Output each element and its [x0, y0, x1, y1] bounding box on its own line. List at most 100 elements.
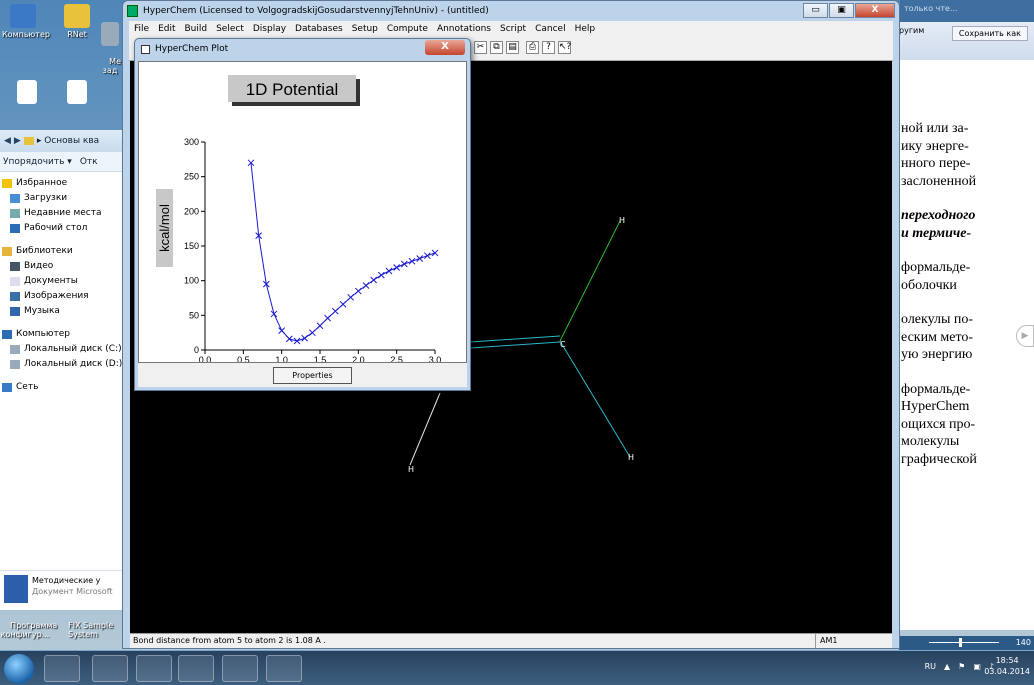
start-button[interactable] — [4, 654, 34, 684]
shortcut-desktop-icon[interactable] — [6, 80, 48, 106]
data-point — [278, 327, 286, 334]
atom-label[interactable]: H — [619, 216, 625, 225]
plot-close-button[interactable]: X — [425, 40, 465, 55]
program-config-desktop-icon[interactable]: Программа конфигур... — [0, 612, 58, 648]
word-taskbar-icon[interactable] — [178, 655, 214, 682]
address-text[interactable]: ▸ Основы ква — [37, 136, 99, 146]
explorer-taskbar-icon[interactable] — [92, 655, 128, 682]
hyperchem-titlebar[interactable]: HyperChem (Licensed to VolgogradskijGosu… — [123, 1, 899, 21]
back-icon[interactable]: ◀ — [4, 136, 11, 146]
nav-recent[interactable]: Недавние места — [2, 206, 123, 221]
desktop-icon-label: Ме зад — [102, 57, 121, 75]
menu-help[interactable]: Help — [575, 24, 596, 34]
close-button[interactable]: X — [855, 3, 895, 18]
nav-label: Видео — [24, 261, 54, 271]
atom-label[interactable]: H — [628, 453, 634, 462]
data-point — [331, 307, 339, 315]
data-point — [416, 255, 424, 262]
nav-desktop[interactable]: Рабочий стол — [2, 221, 123, 236]
nav-images[interactable]: Изображения — [2, 289, 123, 304]
zoom-slider-thumb[interactable] — [959, 638, 962, 647]
plot-footer: Properties — [138, 363, 467, 387]
nav-network[interactable]: Сеть — [2, 380, 123, 395]
minimize-button[interactable]: ▭ — [803, 3, 828, 18]
zoom-bar[interactable]: 140 — [899, 636, 1034, 650]
nav-label: Избранное — [16, 178, 68, 188]
doc-ribbon: ругим Сохранить как — [895, 22, 1034, 60]
clock-time: 18:54 — [995, 656, 1019, 665]
network-tray-icon[interactable]: ▣ — [973, 662, 981, 671]
nav-favorites[interactable]: Избранное — [2, 176, 123, 191]
computer-desktop-icon[interactable]: Компьютер — [2, 4, 50, 39]
menu-setup[interactable]: Setup — [352, 24, 378, 34]
nav-libraries[interactable]: Библиотеки — [2, 244, 123, 259]
ie-taskbar-icon[interactable] — [44, 655, 80, 682]
copy-icon[interactable]: ⧉ — [490, 41, 503, 54]
menu-build[interactable]: Build — [185, 24, 208, 34]
menu-databases[interactable]: Databases — [295, 24, 343, 34]
flag-icon[interactable]: ⚑ — [958, 662, 965, 671]
potential-chart: 1D Potential kcal/mol 0 50 100 150 200 250 300… — [156, 75, 441, 365]
cut-icon[interactable]: ✂ — [474, 41, 487, 54]
nav-downloads[interactable]: Загрузки — [2, 191, 123, 206]
save-as-button[interactable]: Сохранить как — [951, 26, 1028, 41]
hyperchem-taskbar-icon[interactable] — [222, 655, 258, 682]
data-point — [377, 271, 385, 279]
nav-label: Компьютер — [16, 329, 70, 339]
network-icon — [2, 383, 12, 392]
data-point — [385, 267, 393, 275]
taskbar: RU ▲ ⚑ ▣ ♪ 18:54 03.04.2014 — [0, 650, 1034, 685]
bond-c-h-right — [559, 340, 631, 458]
nav-disk-c[interactable]: Локальный диск (C:) — [2, 342, 123, 357]
series-line — [250, 162, 436, 342]
open-button[interactable]: Отк — [80, 157, 98, 167]
fix-sample-desktop-icon[interactable]: FIX Sample System — [58, 612, 113, 648]
next-page-icon[interactable]: ▶ — [1016, 325, 1034, 347]
nav-music[interactable]: Музыка — [2, 304, 123, 319]
nav-disk-d[interactable]: Локальный диск (D:) — [2, 357, 123, 372]
menu-compute[interactable]: Compute — [387, 24, 428, 34]
data-point — [362, 282, 370, 289]
atom-label[interactable]: C — [560, 340, 566, 349]
data-point — [308, 329, 316, 337]
data-point — [293, 337, 301, 345]
clock[interactable]: 18:54 03.04.2014 — [984, 655, 1030, 677]
nav-documents[interactable]: Документы — [2, 274, 123, 289]
menu-edit[interactable]: Edit — [158, 24, 175, 34]
properties-button[interactable]: Properties — [273, 367, 352, 384]
data-point — [370, 276, 378, 284]
y-tick-label: 250 — [184, 172, 199, 182]
nav-video[interactable]: Видео — [2, 259, 123, 274]
atom-label[interactable]: H — [408, 465, 414, 474]
forward-icon[interactable]: ▶ — [14, 136, 21, 146]
plot-titlebar[interactable]: HyperChem Plot — [135, 39, 470, 59]
address-bar[interactable]: ◀ ▶ ▸ Основы ква — [0, 130, 123, 152]
menu-annotations[interactable]: Annotations — [437, 24, 491, 34]
print-icon[interactable]: ⎙ — [526, 41, 539, 54]
me-desktop-icon[interactable]: Ме зад — [98, 4, 122, 84]
menu-cancel[interactable]: Cancel — [535, 24, 566, 34]
atom-app-taskbar-icon[interactable] — [266, 655, 302, 682]
menu-script[interactable]: Script — [500, 24, 526, 34]
help-icon[interactable]: ? — [542, 41, 555, 54]
zoom-value: 140 — [1015, 638, 1031, 647]
language-indicator[interactable]: RU — [925, 662, 936, 671]
organize-button[interactable]: Упорядочить ▾ — [3, 157, 72, 167]
media-taskbar-icon[interactable] — [136, 655, 172, 682]
maximize-button[interactable]: ▣ — [829, 3, 854, 18]
context-help-icon[interactable]: ↖? — [558, 41, 571, 54]
ribbon-text: ругим — [899, 26, 925, 35]
folder-icon — [101, 22, 119, 46]
menu-file[interactable]: File — [134, 24, 149, 34]
data-point — [431, 249, 439, 257]
menu-display[interactable]: Display — [253, 24, 286, 34]
shortcut2-desktop-icon[interactable] — [56, 80, 98, 106]
data-point — [393, 264, 401, 271]
rnet-desktop-icon[interactable]: RNet — [56, 4, 98, 39]
file-item[interactable]: Методические у Документ Microsoft — [0, 570, 124, 610]
menu-select[interactable]: Select — [216, 24, 244, 34]
paste-icon[interactable]: ▤ — [506, 41, 519, 54]
nav-computer[interactable]: Компьютер — [2, 327, 123, 342]
tray-arrow-icon[interactable]: ▲ — [944, 662, 950, 671]
disk-icon — [10, 345, 20, 354]
